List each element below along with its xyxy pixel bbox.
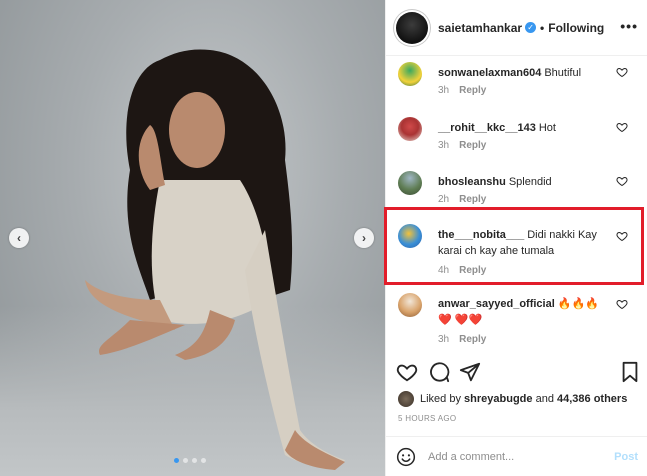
carousel-dot bbox=[192, 458, 197, 463]
save-bookmark-icon[interactable] bbox=[620, 361, 640, 383]
add-comment-bar: Post bbox=[386, 436, 647, 476]
comment-time: 3h bbox=[438, 334, 450, 345]
like-comment-heart-icon[interactable] bbox=[616, 298, 628, 310]
comment-text: bhosleanshu Splendid bbox=[438, 174, 608, 190]
likes-count[interactable]: 44,386 others bbox=[557, 393, 627, 405]
post-actions bbox=[386, 355, 647, 391]
commenter-username[interactable]: anwar_sayyed_official bbox=[438, 298, 555, 310]
commenter-avatar[interactable] bbox=[398, 293, 422, 317]
comment-body: Splendid bbox=[508, 176, 552, 188]
share-paper-plane-icon[interactable] bbox=[459, 361, 481, 383]
comment-body: Bhutiful bbox=[544, 67, 582, 79]
add-comment-input[interactable] bbox=[428, 450, 598, 463]
liker-avatar bbox=[398, 391, 414, 407]
comment-bubble-icon[interactable] bbox=[428, 361, 450, 383]
emoji-smiley-icon[interactable] bbox=[396, 447, 416, 467]
reply-button[interactable]: Reply bbox=[459, 140, 486, 151]
comment-item: anwar_sayyed_official 🔥🔥🔥❤️ ❤️❤️ 3h Reply bbox=[386, 293, 647, 349]
commenter-username[interactable]: sonwanelaxman604 bbox=[438, 67, 541, 79]
comment-meta: 3h Reply bbox=[438, 334, 486, 345]
commenter-avatar[interactable] bbox=[398, 117, 422, 141]
reply-button[interactable]: Reply bbox=[459, 265, 486, 276]
comment-meta: 3h Reply bbox=[438, 85, 486, 96]
comment-item: sonwanelaxman604 Bhutiful 3h Reply bbox=[386, 62, 647, 102]
carousel-dot bbox=[174, 458, 179, 463]
likes-connector: and bbox=[535, 393, 554, 405]
comment-item-highlighted: the___nobita___ Didi nakki Kay karai ch k… bbox=[386, 224, 647, 280]
post-timestamp[interactable]: 5 HOURS AGO bbox=[398, 414, 456, 423]
verified-badge-icon: ✓ bbox=[525, 22, 537, 33]
follow-status-button[interactable]: Following bbox=[548, 21, 604, 35]
carousel-prev-button[interactable]: ‹ bbox=[9, 228, 29, 248]
comment-text: the___nobita___ Didi nakki Kay karai ch k… bbox=[438, 227, 608, 259]
post-comment-button[interactable]: Post bbox=[614, 451, 638, 463]
photo-subject bbox=[85, 49, 345, 470]
comment-time: 2h bbox=[438, 194, 450, 205]
comment-meta: 4h Reply bbox=[438, 265, 486, 276]
commenter-username[interactable]: bhosleanshu bbox=[438, 176, 506, 188]
like-comment-heart-icon[interactable] bbox=[616, 175, 628, 187]
post-photo[interactable]: ‹ › bbox=[0, 0, 385, 476]
commenter-username[interactable]: the___nobita___ bbox=[438, 229, 524, 241]
carousel-dot bbox=[183, 458, 188, 463]
comment-item: __rohit__kkc__143 Hot 3h Reply bbox=[386, 117, 647, 157]
author-username[interactable]: saietamhankar bbox=[438, 21, 522, 35]
post-header: saietamhankar ✓ • Following ••• bbox=[386, 0, 647, 56]
comment-body: Hot bbox=[538, 122, 556, 134]
comment-time: 3h bbox=[438, 140, 450, 151]
like-comment-heart-icon[interactable] bbox=[616, 230, 628, 242]
commenter-avatar[interactable] bbox=[398, 62, 422, 86]
comment-time: 4h bbox=[438, 265, 450, 276]
reply-button[interactable]: Reply bbox=[459, 85, 486, 96]
likes-summary: Liked by shreyabugde and 44,386 others bbox=[398, 391, 627, 407]
carousel-next-button[interactable]: › bbox=[354, 228, 374, 248]
reply-button[interactable]: Reply bbox=[459, 194, 486, 205]
reply-button[interactable]: Reply bbox=[459, 334, 486, 345]
like-heart-icon[interactable] bbox=[396, 361, 418, 383]
author-avatar[interactable] bbox=[396, 11, 428, 44]
comment-text: sonwanelaxman604 Bhutiful bbox=[438, 65, 608, 81]
comments-panel: saietamhankar ✓ • Following ••• sonwanel… bbox=[385, 0, 647, 476]
follow-separator: • bbox=[540, 20, 545, 35]
comment-text: __rohit__kkc__143 Hot bbox=[438, 120, 608, 136]
like-comment-heart-icon[interactable] bbox=[616, 66, 628, 78]
comment-text: anwar_sayyed_official 🔥🔥🔥❤️ ❤️❤️ bbox=[438, 296, 608, 328]
carousel-dots bbox=[174, 458, 206, 463]
liker-username[interactable]: shreyabugde bbox=[464, 393, 532, 405]
comment-time: 3h bbox=[438, 85, 450, 96]
commenter-avatar[interactable] bbox=[398, 171, 422, 195]
more-options-icon[interactable]: ••• bbox=[620, 18, 638, 34]
comment-item: bhosleanshu Splendid 2h Reply bbox=[386, 171, 647, 211]
comment-meta: 3h Reply bbox=[438, 140, 486, 151]
commenter-username[interactable]: __rohit__kkc__143 bbox=[438, 122, 536, 134]
comment-meta: 2h Reply bbox=[438, 194, 486, 205]
commenter-avatar[interactable] bbox=[398, 224, 422, 248]
carousel-dot bbox=[201, 458, 206, 463]
like-comment-heart-icon[interactable] bbox=[616, 121, 628, 133]
likes-prefix: Liked by bbox=[420, 393, 461, 405]
